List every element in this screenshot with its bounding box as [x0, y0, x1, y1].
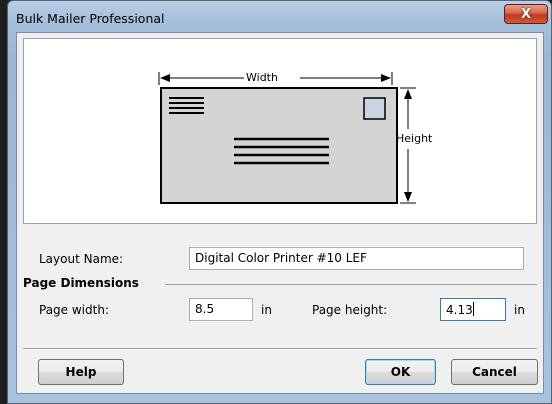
layout-name-input[interactable]: Digital Color Printer #10 LEF [189, 247, 524, 270]
close-button[interactable]: X [504, 4, 548, 24]
width-label: Width [246, 71, 278, 84]
dialog-window: Bulk Mailer Professional X Width Height … [7, 0, 552, 404]
page-width-label: Page width: [39, 303, 109, 317]
stamp-icon [363, 97, 386, 120]
page-dimensions-heading: Page Dimensions [23, 276, 139, 290]
ok-button[interactable]: OK [365, 359, 436, 385]
button-separator [23, 348, 537, 350]
height-dimension-arrow [400, 87, 416, 204]
section-divider [165, 284, 537, 285]
page-width-unit: in [261, 303, 272, 317]
help-button[interactable]: Help [38, 359, 124, 385]
page-height-label: Page height: [312, 303, 388, 317]
envelope-shape [160, 87, 398, 204]
cancel-button[interactable]: Cancel [451, 359, 538, 385]
page-height-value: 4.13 [446, 303, 473, 317]
text-caret [472, 302, 474, 316]
page-width-input[interactable]: 8.5 [189, 298, 253, 321]
page-height-unit: in [514, 303, 525, 317]
dialog-client-area: Width Height Layout Name: Digital Color … [16, 32, 544, 394]
envelope-preview: Width Height [23, 38, 537, 224]
height-label: Height [396, 132, 433, 145]
envelope-diagram-icon [158, 72, 416, 204]
page-height-input[interactable]: 4.13 [440, 298, 506, 321]
window-title: Bulk Mailer Professional [16, 11, 165, 26]
layout-name-label: Layout Name: [39, 252, 124, 266]
